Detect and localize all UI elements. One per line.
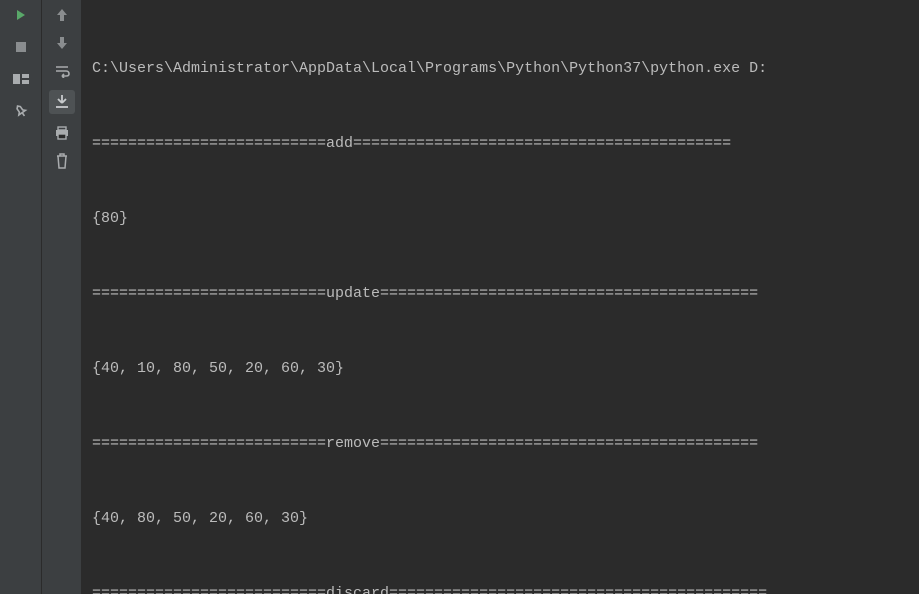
run-toolbar-left bbox=[0, 0, 42, 594]
pin-icon[interactable] bbox=[12, 102, 30, 120]
console-line: {40, 10, 80, 50, 20, 60, 30} bbox=[92, 356, 909, 381]
console-line: C:\Users\Administrator\AppData\Local\Pro… bbox=[92, 56, 909, 81]
down-arrow-icon[interactable] bbox=[53, 34, 71, 52]
rerun-icon[interactable] bbox=[12, 6, 30, 24]
console-output[interactable]: C:\Users\Administrator\AppData\Local\Pro… bbox=[82, 0, 919, 594]
print-icon[interactable] bbox=[53, 124, 71, 142]
console-line: ==========================add===========… bbox=[92, 131, 909, 156]
console-line: ==========================update========… bbox=[92, 281, 909, 306]
console-line: {40, 80, 50, 20, 60, 30} bbox=[92, 506, 909, 531]
layout-icon[interactable] bbox=[12, 70, 30, 88]
soft-wrap-icon[interactable] bbox=[53, 62, 71, 80]
run-tool-window: C:\Users\Administrator\AppData\Local\Pro… bbox=[0, 0, 919, 594]
console-line: ==========================remove========… bbox=[92, 431, 909, 456]
scroll-to-end-icon[interactable] bbox=[49, 90, 75, 114]
console-line: {80} bbox=[92, 206, 909, 231]
trash-icon[interactable] bbox=[53, 152, 71, 170]
up-arrow-icon[interactable] bbox=[53, 6, 71, 24]
stop-icon[interactable] bbox=[12, 38, 30, 56]
run-toolbar-console bbox=[42, 0, 82, 594]
console-line: ==========================discard=======… bbox=[92, 581, 909, 594]
